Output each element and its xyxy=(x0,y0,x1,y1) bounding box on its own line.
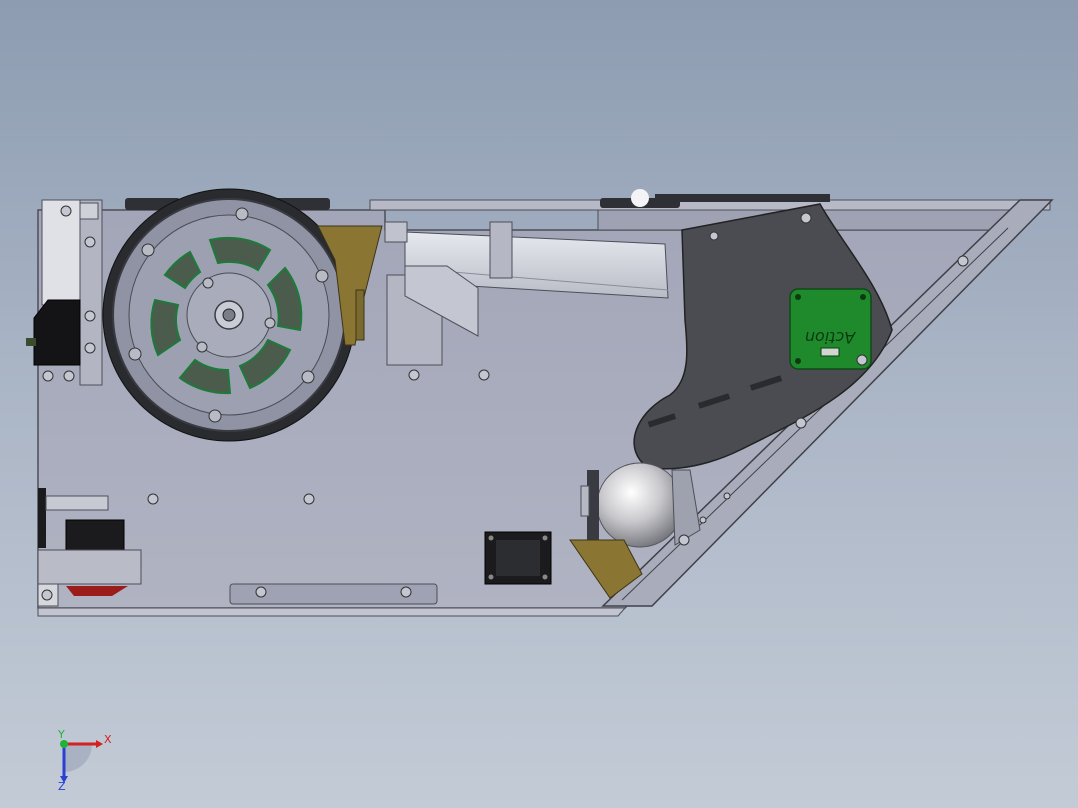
rail-clamp xyxy=(489,221,513,279)
rim-bolt xyxy=(235,207,249,221)
servo-screw xyxy=(488,535,494,541)
bolt xyxy=(478,369,490,381)
coordinate-triad[interactable]: X Y Z xyxy=(57,728,112,793)
bottom-edge-strip xyxy=(37,607,627,617)
bolt xyxy=(147,493,159,505)
rim-bolt xyxy=(208,409,222,423)
bolt xyxy=(84,310,96,322)
rim-bolt xyxy=(301,370,315,384)
bolt xyxy=(699,516,707,524)
drive-wheel[interactable] xyxy=(102,188,356,442)
bolt xyxy=(723,492,731,500)
bolt xyxy=(42,370,54,382)
bolt xyxy=(84,342,96,354)
left-column-inner xyxy=(79,199,103,386)
bolt xyxy=(856,354,868,366)
left-connector xyxy=(26,338,36,346)
rim-bolt xyxy=(128,347,142,361)
hub-bolt xyxy=(202,277,214,289)
bolt xyxy=(60,205,72,217)
z-axis-label: Z xyxy=(58,780,66,793)
bolt xyxy=(41,589,53,601)
cad-viewport[interactable]: Action X Y Z xyxy=(0,0,1078,808)
y-axis-label: Y xyxy=(57,728,65,741)
bolt xyxy=(408,369,420,381)
bracket-tab xyxy=(355,289,365,341)
lower-left-gearbox[interactable] xyxy=(37,549,142,585)
servo-face xyxy=(496,540,540,576)
hub-bolt xyxy=(264,317,276,329)
wheel-axle xyxy=(222,308,236,322)
lower-left-dark-bracket xyxy=(38,488,46,548)
bolt xyxy=(957,255,969,267)
caster-ball[interactable] xyxy=(596,462,684,548)
caster-post-cap xyxy=(580,485,590,517)
x-arrow-head xyxy=(96,740,103,748)
servo-screw xyxy=(488,574,494,580)
rim-bolt xyxy=(141,243,155,257)
triad-quarter-disc xyxy=(64,744,92,772)
bolt xyxy=(400,586,412,598)
board-mount-hole xyxy=(795,358,801,364)
y-axis-point xyxy=(60,740,68,748)
bolt xyxy=(63,370,75,382)
left-column-cap xyxy=(79,202,99,220)
lower-left-motor[interactable] xyxy=(65,519,125,553)
top-bracket-far xyxy=(655,194,830,202)
board-chip xyxy=(820,347,840,357)
bolt xyxy=(800,212,812,224)
left-motor-block[interactable] xyxy=(33,299,81,366)
x-axis-label: X xyxy=(104,733,112,746)
robot-assembly[interactable]: Action xyxy=(26,188,1054,617)
bolt xyxy=(795,417,807,429)
servo-screw xyxy=(542,535,548,541)
bolt xyxy=(84,236,96,248)
bolt xyxy=(255,586,267,598)
left-column[interactable] xyxy=(41,199,81,306)
rail-end-block xyxy=(384,221,408,243)
bolt xyxy=(709,231,719,241)
bolt xyxy=(678,534,690,546)
board-mount-hole xyxy=(860,294,866,300)
rim-bolt xyxy=(315,269,329,283)
board-label: Action xyxy=(805,328,856,347)
board-mount-hole xyxy=(795,294,801,300)
top-sensor-dome xyxy=(631,189,649,207)
servo-screw xyxy=(542,574,548,580)
lower-left-plate xyxy=(45,495,109,511)
hub-bolt xyxy=(196,341,208,353)
bolt xyxy=(303,493,315,505)
